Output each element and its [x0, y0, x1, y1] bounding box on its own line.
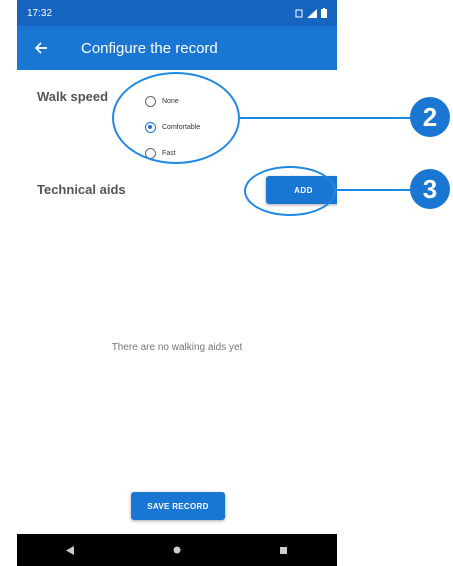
- radio-button: [145, 147, 156, 159]
- radio-button: [145, 95, 156, 107]
- square-recents-icon: [280, 546, 288, 554]
- nav-recents-button[interactable]: [264, 534, 304, 566]
- radio-button-checked: [145, 121, 156, 133]
- circle-home-icon: [173, 546, 181, 554]
- signal-icon: [307, 8, 317, 18]
- status-icons: [295, 8, 327, 18]
- radio-none[interactable]: None: [145, 88, 200, 114]
- radio-label: Comfortable: [162, 123, 201, 131]
- callout-badge-3: 3: [410, 169, 450, 209]
- nfc-icon: [295, 9, 303, 17]
- callout-line-walk-speed: [240, 117, 418, 119]
- walk-speed-radio-group: None Comfortable Fast: [145, 88, 200, 166]
- phone-screen: 17:32 Configure the record Walk speed No…: [17, 0, 337, 566]
- radio-fast[interactable]: Fast: [145, 140, 200, 166]
- app-bar: Configure the record: [17, 26, 337, 70]
- back-button[interactable]: [17, 26, 65, 70]
- technical-aids-label: Technical aids: [37, 182, 126, 197]
- arrow-left-icon: [34, 42, 47, 54]
- empty-state-text: There are no walking aids yet: [111, 342, 243, 353]
- app-title: Configure the record: [81, 39, 218, 57]
- triangle-back-icon: [66, 545, 75, 555]
- radio-comfortable[interactable]: Comfortable: [145, 114, 200, 140]
- battery-icon: [321, 8, 327, 18]
- radio-label: Fast: [162, 149, 176, 157]
- callout-line-add: [336, 189, 418, 191]
- walk-speed-label: Walk speed: [37, 89, 109, 104]
- nav-back-button[interactable]: [50, 534, 90, 566]
- radio-label: None: [162, 97, 179, 105]
- system-nav-bar: [17, 534, 337, 566]
- add-aid-button[interactable]: ADD: [266, 176, 337, 204]
- nav-home-button[interactable]: [157, 534, 197, 566]
- callout-badge-2: 2: [410, 97, 450, 137]
- save-record-button[interactable]: SAVE RECORD: [131, 492, 225, 520]
- status-bar: 17:32: [17, 0, 337, 26]
- status-time: 17:32: [27, 7, 53, 19]
